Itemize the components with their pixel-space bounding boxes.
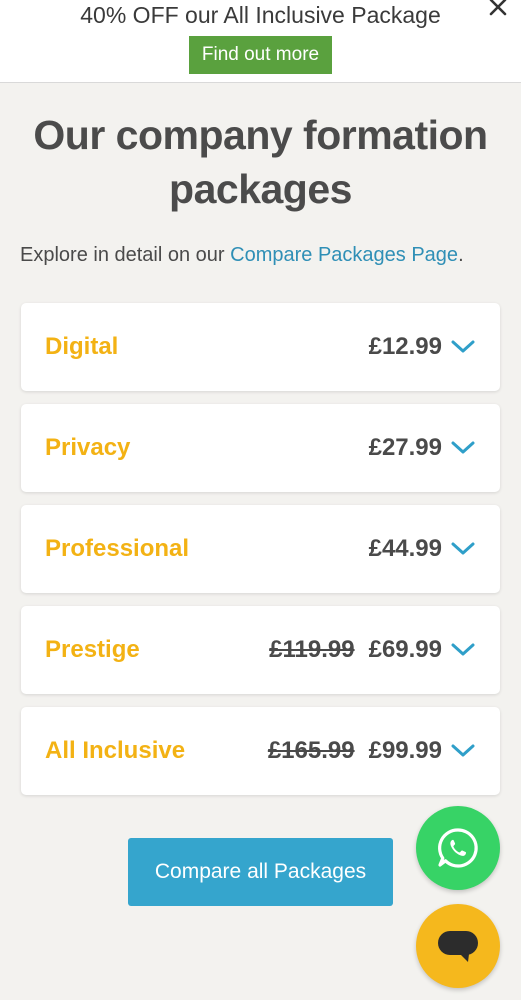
chat-bubble-icon bbox=[438, 931, 478, 962]
chevron-down-icon[interactable] bbox=[450, 541, 476, 557]
promo-bar: 40% OFF our All Inclusive Package Find o… bbox=[0, 0, 521, 83]
old-price: £165.99 bbox=[267, 737, 355, 764]
find-out-more-button[interactable]: Find out more bbox=[189, 36, 332, 74]
package-name: Prestige bbox=[45, 636, 140, 663]
price-group: £27.99 bbox=[369, 404, 476, 492]
chevron-down-icon[interactable] bbox=[450, 339, 476, 355]
package-price: £99.99 bbox=[368, 737, 442, 764]
package-card-professional[interactable]: Professional £44.99 bbox=[21, 505, 500, 593]
intro-text: Explore in detail on our Compare Package… bbox=[20, 240, 510, 270]
package-name: Privacy bbox=[45, 434, 131, 461]
package-card-prestige[interactable]: Prestige £119.99 £69.99 bbox=[21, 606, 500, 694]
price-group: £119.99 £69.99 bbox=[269, 606, 476, 694]
compare-packages-link[interactable]: Compare Packages Page bbox=[230, 244, 458, 266]
price-group: £12.99 bbox=[369, 303, 476, 391]
package-price: £12.99 bbox=[368, 333, 442, 360]
intro-text-after: . bbox=[458, 244, 464, 266]
chat-button[interactable] bbox=[416, 904, 500, 988]
package-card-privacy[interactable]: Privacy £27.99 bbox=[21, 404, 500, 492]
promo-text: 40% OFF our All Inclusive Package bbox=[80, 2, 441, 28]
whatsapp-button[interactable] bbox=[416, 806, 500, 890]
package-card-all-inclusive[interactable]: All Inclusive £165.99 £99.99 bbox=[21, 707, 500, 795]
intro-text-before: Explore in detail on our bbox=[20, 244, 231, 266]
close-icon[interactable] bbox=[485, 0, 511, 20]
old-price: £119.99 bbox=[269, 636, 355, 663]
package-price: £44.99 bbox=[368, 535, 442, 562]
chevron-down-icon[interactable] bbox=[450, 440, 476, 456]
package-name: Professional bbox=[45, 535, 190, 562]
package-card-digital[interactable]: Digital £12.99 bbox=[21, 303, 500, 391]
price-group: £44.99 bbox=[369, 505, 476, 593]
package-price: £27.99 bbox=[368, 434, 442, 461]
page-title: Our company formation packages bbox=[33, 112, 488, 212]
chevron-down-icon[interactable] bbox=[450, 642, 476, 658]
package-price: £69.99 bbox=[368, 636, 442, 663]
whatsapp-icon bbox=[438, 828, 478, 868]
chevron-down-icon[interactable] bbox=[450, 743, 476, 759]
package-name: All Inclusive bbox=[45, 737, 186, 764]
compare-all-packages-button[interactable]: Compare all Packages bbox=[128, 838, 393, 906]
package-name: Digital bbox=[45, 333, 119, 360]
price-group: £165.99 £99.99 bbox=[268, 707, 476, 795]
